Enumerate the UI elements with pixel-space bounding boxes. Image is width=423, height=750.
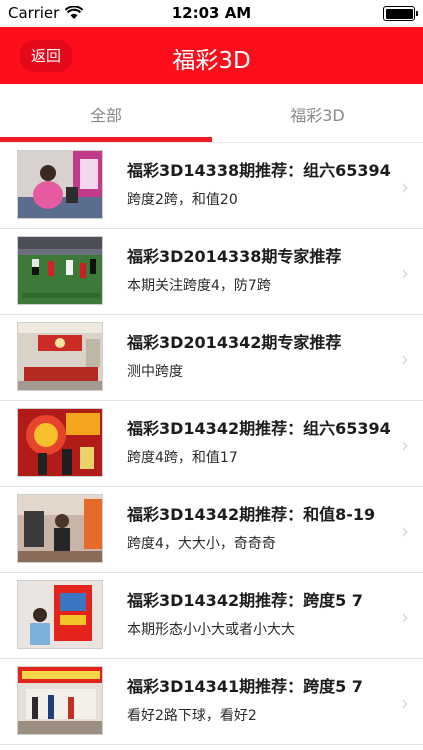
tab-all[interactable]: 全部 <box>0 84 212 143</box>
chevron-right-icon: › <box>401 433 409 457</box>
article-thumbnail <box>17 580 103 649</box>
article-summary: 跨度2跨，和值20 <box>127 192 238 208</box>
article-thumbnail <box>17 322 103 391</box>
article-title: 福彩3D14342期推荐：组六65394 <box>127 419 391 438</box>
list-item[interactable]: 福彩3D14342期推荐：跨度5 7 本期形态小小大或者小大大 › <box>0 573 423 659</box>
article-thumbnail <box>17 150 103 219</box>
status-time: 12:03 AM <box>171 4 252 22</box>
article-title: 福彩3D14342期推荐：和值8-19 <box>127 505 376 524</box>
tab-bar: 全部 福彩3D <box>0 84 423 143</box>
article-thumbnail <box>17 408 103 477</box>
article-summary: 看好2路下球，看好2 <box>127 708 257 724</box>
chevron-right-icon: › <box>401 175 409 199</box>
chevron-right-icon: › <box>401 519 409 543</box>
tab-selected-indicator <box>0 137 212 142</box>
list-item[interactable]: 福彩3D2014338期专家推荐 本期关注跨度4，防7跨 › <box>0 229 423 315</box>
chevron-right-icon: › <box>401 605 409 629</box>
navigation-bar: 返回 福彩3D <box>0 27 423 84</box>
article-thumbnail <box>17 494 103 563</box>
list-item[interactable]: 福彩3D14341期推荐：跨度5 7 看好2路下球，看好2 › <box>0 659 423 745</box>
tab-fucai-3d[interactable]: 福彩3D <box>212 84 423 143</box>
list-item[interactable]: 福彩3D14342期推荐：组六65394 跨度4跨，和值17 › <box>0 401 423 487</box>
article-title: 福彩3D14341期推荐：跨度5 7 <box>127 677 363 696</box>
chevron-right-icon: › <box>401 261 409 285</box>
article-title: 福彩3D2014338期专家推荐 <box>127 247 342 266</box>
article-summary: 测中跨度 <box>127 364 183 380</box>
article-summary: 本期形态小小大或者小大大 <box>127 622 295 638</box>
article-title: 福彩3D2014342期专家推荐 <box>127 333 342 352</box>
battery-icon <box>383 6 418 21</box>
article-thumbnail <box>17 666 103 735</box>
article-summary: 跨度4跨，和值17 <box>127 450 238 466</box>
chevron-right-icon: › <box>401 691 409 715</box>
article-summary: 跨度4，大大小，奇奇奇 <box>127 536 276 552</box>
article-summary: 本期关注跨度4，防7跨 <box>127 278 271 294</box>
article-thumbnail <box>17 236 103 305</box>
list-item[interactable]: 福彩3D2014342期专家推荐 测中跨度 › <box>0 315 423 401</box>
article-title: 福彩3D14338期推荐：组六65394 <box>127 161 391 180</box>
list-item[interactable]: 福彩3D14338期推荐：组六65394 跨度2跨，和值20 › <box>0 143 423 229</box>
article-list: 福彩3D14338期推荐：组六65394 跨度2跨，和值20 › 福彩3D201… <box>0 143 423 745</box>
article-title: 福彩3D14342期推荐：跨度5 7 <box>127 591 363 610</box>
page-title: 福彩3D <box>172 48 251 74</box>
chevron-right-icon: › <box>401 347 409 371</box>
list-item[interactable]: 福彩3D14342期推荐：和值8-19 跨度4，大大小，奇奇奇 › <box>0 487 423 573</box>
status-bar: Carrier 12:03 AM <box>0 0 423 27</box>
